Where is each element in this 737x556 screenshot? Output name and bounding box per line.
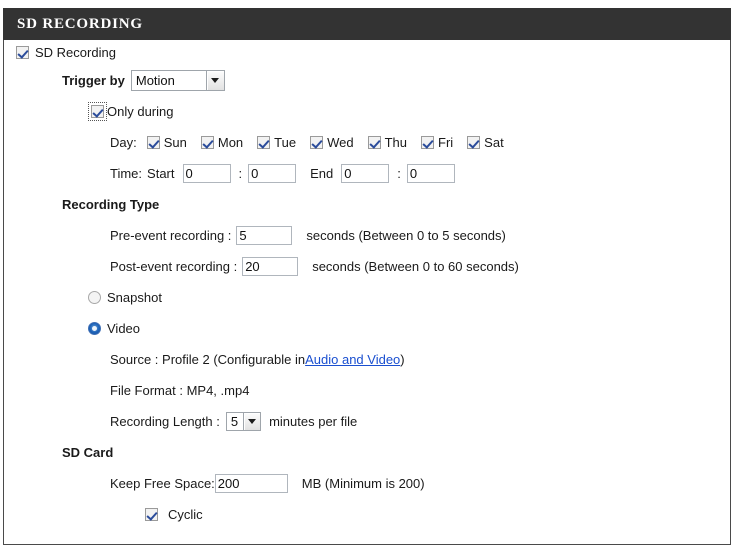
- trigger-by-label: Trigger by: [62, 73, 125, 88]
- audio-and-video-link[interactable]: Audio and Video: [305, 352, 400, 367]
- day-label: Day:: [110, 135, 137, 150]
- day-wed-label: Wed: [327, 135, 354, 150]
- day-sun[interactable]: Sun: [146, 135, 187, 150]
- time-label: Time:: [110, 166, 143, 181]
- trigger-by-select[interactable]: Motion: [130, 70, 225, 91]
- recording-length-select[interactable]: 5: [225, 412, 262, 431]
- chevron-down-icon[interactable]: [205, 71, 224, 90]
- day-tue-label: Tue: [274, 135, 297, 150]
- only-during-label: Only during: [107, 104, 174, 119]
- end-minute-input[interactable]: [406, 164, 455, 183]
- file-format-label: File Format : MP4, .mp4: [110, 383, 250, 398]
- recording-type-heading: Recording Type: [62, 197, 160, 212]
- video-radio[interactable]: [88, 322, 101, 335]
- keep-free-space-label: Keep Free Space:: [110, 476, 215, 491]
- sd-recording-label: SD Recording: [35, 45, 116, 60]
- sd-card-heading: SD Card: [62, 445, 114, 460]
- end-label: End: [310, 166, 334, 181]
- snapshot-radio[interactable]: [88, 291, 101, 304]
- cyclic-checkbox[interactable]: [145, 508, 158, 521]
- cyclic-label: Cyclic: [168, 507, 203, 522]
- pre-event-unit: seconds (Between 0 to 5 seconds): [306, 228, 506, 243]
- video-row[interactable]: Video: [0, 313, 737, 344]
- chevron-down-icon[interactable]: [243, 413, 261, 430]
- post-event-input[interactable]: [242, 257, 299, 276]
- day-wed[interactable]: Wed: [310, 135, 354, 150]
- day-sat-label: Sat: [484, 135, 504, 150]
- post-event-unit: seconds (Between 0 to 60 seconds): [312, 259, 519, 274]
- keep-free-space-row: Keep Free Space: MB (Minimum is 200): [0, 468, 737, 499]
- day-thu[interactable]: Thu: [367, 135, 407, 150]
- time-row: Time: Start : End :: [0, 158, 737, 189]
- source-prefix: Source : Profile 2 (Configurable in: [110, 352, 306, 367]
- keep-free-space-unit: MB (Minimum is 200): [301, 476, 425, 491]
- day-sun-label: Sun: [163, 135, 187, 150]
- only-during-row: Only during: [0, 96, 737, 127]
- sd-recording-checkbox[interactable]: [16, 46, 29, 59]
- pre-event-row: Pre-event recording : seconds (Between 0…: [0, 220, 737, 251]
- source-row: Source : Profile 2 (Configurable in Audi…: [0, 344, 737, 375]
- trigger-by-row: Trigger by Motion: [0, 65, 737, 96]
- day-thu-checkbox[interactable]: [367, 136, 381, 149]
- snapshot-row[interactable]: Snapshot: [0, 282, 737, 313]
- day-sat[interactable]: Sat: [467, 135, 504, 150]
- end-hour-input[interactable]: [341, 164, 390, 183]
- day-sun-checkbox[interactable]: [146, 136, 160, 149]
- pre-event-input[interactable]: [236, 226, 293, 245]
- only-during-checkbox[interactable]: [91, 105, 104, 118]
- trigger-by-value: Motion: [135, 73, 175, 88]
- day-mon-label: Mon: [217, 135, 244, 150]
- day-mon-checkbox[interactable]: [200, 136, 214, 149]
- day-wed-checkbox[interactable]: [310, 136, 324, 149]
- recording-type-heading-row: Recording Type: [0, 189, 737, 220]
- recording-length-value: 5: [230, 414, 239, 429]
- day-mon[interactable]: Mon: [200, 135, 244, 150]
- day-tue-checkbox[interactable]: [257, 136, 271, 149]
- day-tue[interactable]: Tue: [257, 135, 296, 150]
- recording-length-row: Recording Length : 5 minutes per file: [0, 406, 737, 437]
- day-fri-checkbox[interactable]: [421, 136, 434, 149]
- only-during-checkbox-focus: [88, 102, 107, 121]
- end-time-separator: :: [397, 166, 401, 181]
- file-format-row: File Format : MP4, .mp4: [0, 375, 737, 406]
- start-hour-input[interactable]: [182, 164, 231, 183]
- start-time-separator: :: [238, 166, 243, 181]
- source-suffix: ): [400, 352, 405, 367]
- page-title: SD RECORDING: [3, 8, 731, 40]
- start-minute-input[interactable]: [248, 164, 297, 183]
- day-fri-label: Fri: [438, 135, 454, 150]
- start-label: Start: [147, 166, 175, 181]
- video-label: Video: [107, 321, 141, 336]
- pre-event-label: Pre-event recording :: [110, 228, 232, 243]
- sd-recording-form: SD Recording Trigger by Motion Only duri…: [0, 40, 737, 556]
- post-event-row: Post-event recording : seconds (Between …: [0, 251, 737, 282]
- day-thu-label: Thu: [384, 135, 407, 150]
- day-row: Day: Sun Mon Tue Wed Thu Fri Sat: [0, 127, 737, 158]
- sd-recording-row: SD Recording: [0, 40, 737, 65]
- keep-free-space-input[interactable]: [214, 474, 288, 493]
- recording-length-label: Recording Length :: [110, 414, 220, 429]
- recording-length-unit: minutes per file: [269, 414, 358, 429]
- snapshot-label: Snapshot: [107, 290, 162, 305]
- day-fri[interactable]: Fri: [421, 135, 453, 150]
- sd-card-heading-row: SD Card: [0, 437, 737, 468]
- day-sat-checkbox[interactable]: [467, 136, 481, 149]
- post-event-label: Post-event recording :: [110, 259, 238, 274]
- cyclic-row: Cyclic: [0, 499, 737, 530]
